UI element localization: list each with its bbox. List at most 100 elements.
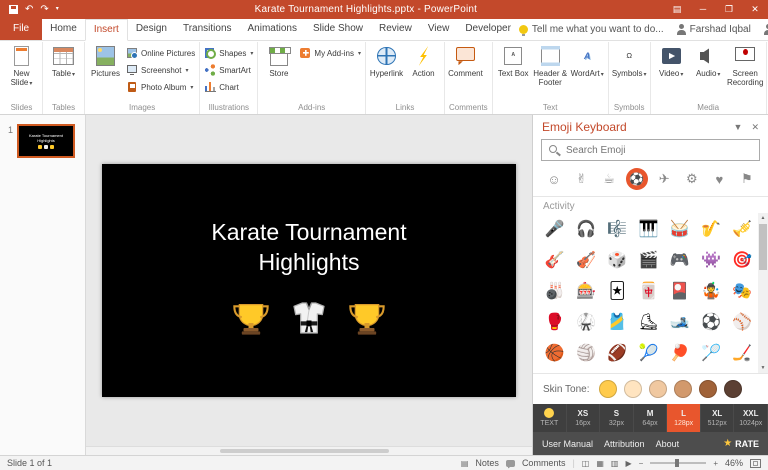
close-icon[interactable]: ✕	[742, 0, 768, 19]
scrollbar-thumb[interactable]	[759, 224, 767, 270]
symbols-button[interactable]: Symbols▾	[611, 43, 648, 93]
slide-emoji-row[interactable]	[231, 298, 387, 343]
attribution-link[interactable]: Attribution	[604, 439, 645, 449]
horizontal-scrollbar[interactable]	[86, 446, 532, 455]
tab-insert[interactable]: Insert	[85, 19, 128, 41]
customize-qat-icon[interactable]: ▾	[56, 0, 59, 19]
size-option-xl[interactable]: XL512px	[701, 404, 735, 432]
tab-animations[interactable]: Animations	[240, 19, 305, 40]
pane-close-icon[interactable]: ✕	[751, 122, 759, 133]
user-manual-link[interactable]: User Manual	[542, 439, 593, 449]
chart-button[interactable]: Chart	[202, 79, 255, 95]
fit-slide-icon[interactable]	[750, 459, 761, 468]
normal-view-icon[interactable]: ◫	[582, 459, 590, 468]
zoom-in-icon[interactable]: +	[713, 459, 718, 468]
emoji-cell[interactable]: 🎭	[727, 275, 758, 306]
slide-sorter-view-icon[interactable]: ▦	[596, 459, 604, 468]
zoom-slider[interactable]	[650, 462, 706, 464]
emoji-cell[interactable]: 🎹	[633, 213, 664, 244]
martial-arts-uniform-emoji[interactable]	[289, 298, 329, 343]
comments-button[interactable]: Comments	[522, 458, 566, 468]
emoji-cell[interactable]: 🎲	[602, 244, 633, 275]
account-user[interactable]: Farshad Iqbal	[676, 24, 751, 35]
tab-design[interactable]: Design	[128, 19, 175, 40]
tab-slide-show[interactable]: Slide Show	[305, 19, 371, 40]
trophy-emoji[interactable]	[231, 298, 271, 343]
search-input[interactable]	[541, 139, 760, 161]
emoji-cell[interactable]: 🎷	[695, 213, 726, 244]
emoji-cell[interactable]: ⚾	[727, 306, 758, 337]
emoji-cell[interactable]: 🥁	[664, 213, 695, 244]
emoji-cell[interactable]: 🎧	[570, 213, 601, 244]
emoji-cell[interactable]: 🎸	[539, 244, 570, 275]
category-smileys-icon[interactable]: ☺	[543, 168, 565, 190]
emoji-cell[interactable]: 🎴	[664, 275, 695, 306]
reading-view-icon[interactable]: ▥	[611, 459, 619, 468]
emoji-cell[interactable]: 🎰	[570, 275, 601, 306]
tell-me-box[interactable]: Tell me what you want to do...	[519, 24, 664, 35]
category-people-icon[interactable]: ✌	[571, 168, 593, 190]
undo-icon[interactable]: ↶	[25, 0, 33, 19]
store-button[interactable]: Store	[260, 43, 297, 93]
action-button[interactable]: Action	[405, 43, 442, 93]
emoji-cell[interactable]: 🎿	[664, 306, 695, 337]
emoji-cell[interactable]: 🏸	[695, 337, 726, 368]
horizontal-scrollbar-thumb[interactable]	[220, 449, 389, 453]
restore-icon[interactable]: ❐	[716, 0, 742, 19]
emoji-cell[interactable]: 🎳	[539, 275, 570, 306]
share-button[interactable]: Share	[763, 24, 768, 35]
emoji-cell[interactable]: 🎼	[602, 213, 633, 244]
emoji-cell[interactable]: 🤹	[695, 275, 726, 306]
emoji-cell[interactable]: 🎻	[570, 244, 601, 275]
zoom-level[interactable]: 46%	[725, 458, 743, 468]
emoji-cell[interactable]: 🎯	[727, 244, 758, 275]
my-add-ins-button[interactable]: My Add-ins▾	[297, 45, 363, 61]
size-option-m[interactable]: M64px	[634, 404, 668, 432]
emoji-cell[interactable]: 🎤	[539, 213, 570, 244]
screenshot-button[interactable]: Screenshot▾	[124, 62, 197, 78]
pane-options-icon[interactable]: ▼	[734, 122, 743, 133]
emoji-cell[interactable]: 🎺	[727, 213, 758, 244]
size-option-l[interactable]: L128px	[667, 404, 701, 432]
zoom-out-icon[interactable]: −	[639, 459, 644, 468]
shapes-button[interactable]: Shapes▾	[202, 45, 255, 61]
emoji-cell[interactable]: 🏈	[602, 337, 633, 368]
trophy-emoji[interactable]	[347, 298, 387, 343]
category-travel-icon[interactable]: ✈	[653, 168, 675, 190]
online-pictures-button[interactable]: Online Pictures	[124, 45, 197, 61]
hyperlink-button[interactable]: Hyperlink	[368, 43, 405, 93]
slide-canvas[interactable]: Karate Tournament Highlights	[86, 115, 532, 446]
category-food-icon[interactable]: ☕	[598, 168, 620, 190]
table-button[interactable]: Table▾	[45, 43, 82, 93]
emoji-cell[interactable]: 🃏	[602, 275, 633, 306]
emoji-cell[interactable]: 🎮	[664, 244, 695, 275]
about-link[interactable]: About	[656, 439, 680, 449]
scroll-up-icon[interactable]: ▲	[758, 213, 768, 223]
ribbon-display-options-icon[interactable]: ▤	[664, 0, 690, 19]
text-box-button[interactable]: Text Box	[495, 43, 532, 93]
tab-review[interactable]: Review	[371, 19, 420, 40]
photo-album-button[interactable]: Photo Album▾	[124, 79, 197, 95]
emoji-cell[interactable]: 🏒	[727, 337, 758, 368]
comment-button[interactable]: Comment	[447, 43, 484, 93]
emoji-cell[interactable]: 🥋	[570, 306, 601, 337]
emoji-cell[interactable]: ⛸	[633, 306, 664, 337]
skin-tone-swatch-1[interactable]	[599, 380, 617, 398]
notes-button[interactable]: Notes	[475, 458, 499, 468]
new-slide-button[interactable]: New Slide▾	[3, 43, 40, 93]
emoji-cell[interactable]: 🎽	[602, 306, 633, 337]
emoji-cell[interactable]: 👾	[695, 244, 726, 275]
size-option-s[interactable]: S32px	[600, 404, 634, 432]
tab-transitions[interactable]: Transitions	[175, 19, 240, 40]
video-button[interactable]: Video▾	[653, 43, 690, 93]
category-activity-icon[interactable]: ⚽	[626, 168, 648, 190]
zoom-slider-thumb[interactable]	[675, 459, 679, 467]
skin-tone-swatch-5[interactable]	[699, 380, 717, 398]
emoji-cell[interactable]: ⚽	[695, 306, 726, 337]
slide-1-thumbnail[interactable]: Karate Tournament Highlights	[17, 124, 75, 158]
emoji-cell[interactable]: 🏀	[539, 337, 570, 368]
tab-view[interactable]: View	[420, 19, 458, 40]
emoji-cell[interactable]: 🀄	[633, 275, 664, 306]
save-icon[interactable]	[9, 5, 18, 14]
slideshow-view-icon[interactable]: ▶	[625, 459, 631, 468]
